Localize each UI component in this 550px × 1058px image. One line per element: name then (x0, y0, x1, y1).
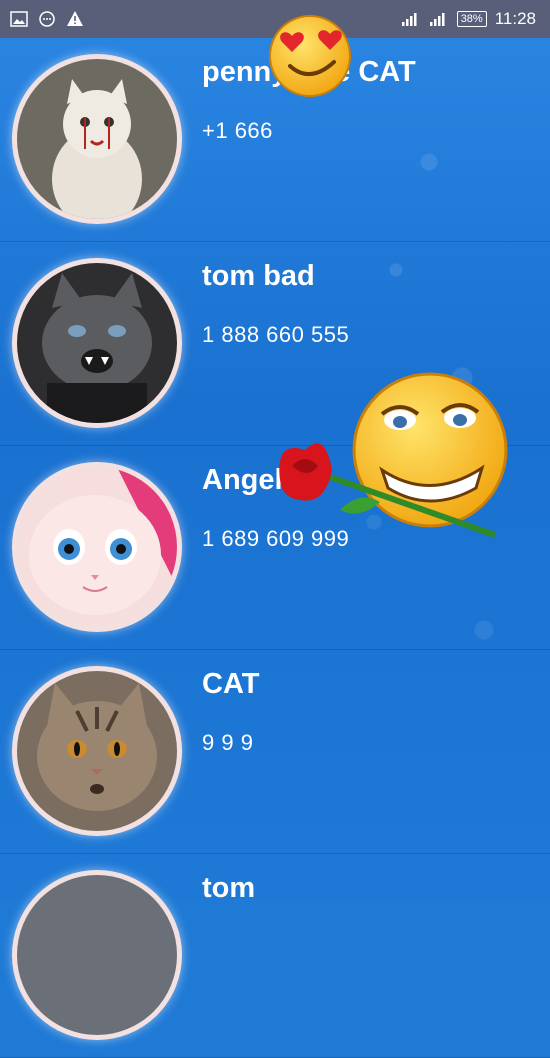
contact-avatar (12, 54, 182, 224)
contact-avatar (12, 870, 182, 1040)
signal-icon-2 (429, 13, 445, 26)
contact-phone: +1 666 (202, 118, 273, 143)
contact-phone: 1 888 660 555 (202, 322, 350, 347)
angela-cat-photo (17, 467, 177, 627)
tabby-cat-photo (17, 671, 177, 831)
contact-avatar (12, 666, 182, 836)
contact-name: CAT (202, 668, 260, 700)
contact-name: tom bad (202, 260, 315, 292)
rose-emoji-icon (279, 372, 508, 538)
tom-cat-photo (17, 875, 177, 1035)
grey-cat-photo (17, 263, 177, 423)
contact-name: tom (202, 872, 256, 904)
image-icon (10, 11, 28, 27)
contact-phone: 9 9 9 (202, 730, 254, 755)
contact-row[interactable]: tom (0, 854, 550, 1058)
clock: 11:28 (494, 9, 536, 28)
contact-avatar (12, 462, 182, 632)
heart-eyes-emoji-icon (269, 15, 351, 97)
warning-icon (67, 11, 83, 26)
battery-indicator: 38% (456, 11, 487, 27)
white-cat-photo (17, 59, 177, 219)
contact-avatar (12, 258, 182, 428)
message-icon (39, 11, 55, 27)
signal-icon (401, 13, 417, 26)
contact-row[interactable]: CAT 9 9 9 (0, 650, 550, 854)
